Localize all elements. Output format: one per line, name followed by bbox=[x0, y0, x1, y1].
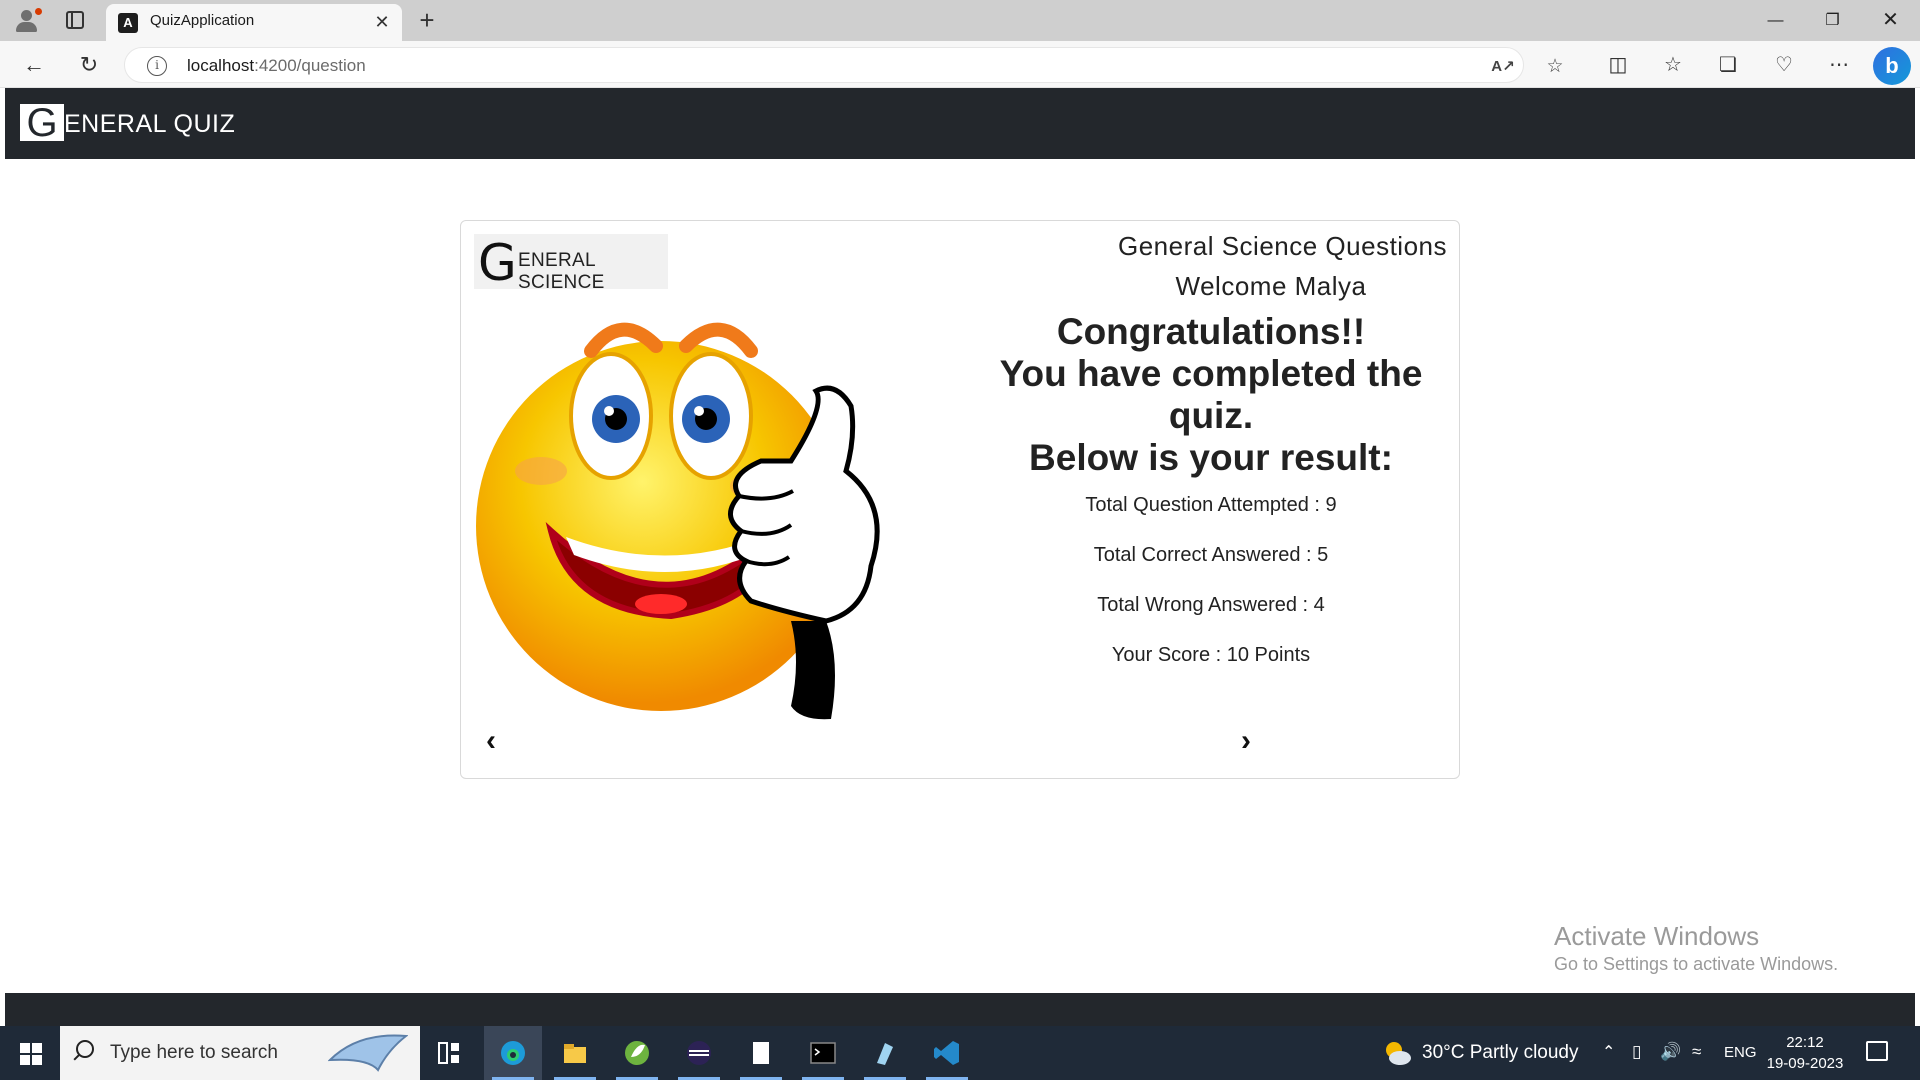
welcome-text: Welcome Malya bbox=[1175, 271, 1367, 301]
new-tab-button[interactable]: + bbox=[412, 5, 442, 35]
result-card: G ENERAL SCIENCE General Science Questio… bbox=[460, 220, 1460, 779]
windows-taskbar: Type here to search 30°C Partly cloudy ⌃… bbox=[0, 1026, 1920, 1080]
app-icon[interactable] bbox=[856, 1026, 914, 1080]
collections-icon[interactable]: ❏ bbox=[1714, 51, 1742, 79]
brand-logo: G bbox=[20, 103, 64, 143]
congrats-heading: Congratulations!! bbox=[1056, 311, 1366, 352]
clock-date: 19-09-2023 bbox=[1766, 1055, 1844, 1072]
battery-icon[interactable]: ▯ bbox=[1632, 1042, 1641, 1062]
taskbar-search-box[interactable]: Type here to search bbox=[60, 1026, 420, 1080]
quiz-title: General Science Questions bbox=[1117, 231, 1447, 261]
total-correct: Total Correct Answered : 5 bbox=[1093, 544, 1329, 566]
read-aloud-icon[interactable]: A↗ bbox=[1491, 55, 1515, 79]
close-window-icon[interactable]: ✕ bbox=[1863, 0, 1918, 41]
favorite-star-icon[interactable]: ☆ bbox=[1543, 55, 1567, 79]
task-view-icon[interactable] bbox=[420, 1026, 478, 1080]
url-field[interactable]: i localhost:4200/question A↗ ☆ bbox=[124, 47, 1564, 83]
category-badge: G ENERAL SCIENCE bbox=[474, 234, 668, 293]
restore-icon[interactable]: ❐ bbox=[1805, 0, 1860, 41]
notepad-icon[interactable] bbox=[732, 1026, 790, 1080]
volume-icon[interactable]: 🔊 bbox=[1660, 1042, 1681, 1062]
vscode-icon[interactable] bbox=[918, 1026, 976, 1080]
profile-icon[interactable] bbox=[12, 6, 42, 36]
weather-icon bbox=[1386, 1042, 1411, 1065]
address-bar: ← ↻ i localhost:4200/question A↗ ☆ ◫ ☆ ❏… bbox=[0, 41, 1920, 88]
favorites-icon[interactable]: ☆ bbox=[1659, 51, 1687, 79]
app-header: G ENERAL QUIZ bbox=[5, 88, 1915, 159]
url-text[interactable]: localhost:4200/question bbox=[187, 56, 366, 76]
completed-heading: You have completed the quiz. bbox=[999, 353, 1423, 436]
brand-title: ENERAL QUIZ bbox=[64, 110, 236, 138]
language-indicator[interactable]: ENG bbox=[1724, 1044, 1757, 1061]
result-panel: Congratulations!! You have completed the… bbox=[971, 311, 1451, 667]
clock-time: 22:12 bbox=[1786, 1034, 1824, 1051]
activate-subtitle: Go to Settings to activate Windows. bbox=[1554, 954, 1839, 974]
browser-titlebar: A QuizApplication ✕ + — ❐ ✕ bbox=[0, 0, 1920, 41]
below-result-heading: Below is your result: bbox=[1029, 437, 1393, 478]
your-score: Your Score : 10 Points bbox=[1111, 644, 1311, 666]
tab-title: QuizApplication bbox=[150, 12, 255, 29]
terminal-icon[interactable] bbox=[794, 1026, 852, 1080]
close-tab-icon[interactable]: ✕ bbox=[370, 10, 394, 34]
wifi-icon[interactable]: ≈ bbox=[1692, 1042, 1701, 1062]
more-icon[interactable]: ⋯ bbox=[1825, 51, 1853, 79]
back-icon[interactable]: ← bbox=[18, 49, 50, 81]
bing-icon[interactable]: b bbox=[1873, 47, 1911, 85]
smiley-thumbs-up-image bbox=[476, 322, 880, 720]
chevron-up-icon[interactable]: ⌃ bbox=[1602, 1042, 1615, 1062]
page-viewport: G ENERAL QUIZ G ENERAL SCIENCE General S… bbox=[5, 88, 1915, 1026]
split-screen-icon[interactable]: ◫ bbox=[1604, 51, 1632, 79]
search-icon bbox=[76, 1040, 94, 1058]
total-attempted: Total Question Attempted : 9 bbox=[1085, 494, 1337, 516]
file-explorer-icon[interactable] bbox=[546, 1026, 604, 1080]
weather-text: 30°C Partly cloudy bbox=[1422, 1042, 1579, 1063]
performance-icon[interactable]: ♡ bbox=[1770, 51, 1798, 79]
minimize-icon[interactable]: — bbox=[1748, 0, 1803, 41]
browser-tab[interactable]: A QuizApplication ✕ bbox=[106, 4, 402, 41]
edge-icon[interactable] bbox=[484, 1026, 542, 1080]
eclipse-icon[interactable] bbox=[670, 1026, 728, 1080]
carousel-prev-button[interactable]: ‹ bbox=[476, 726, 506, 756]
info-icon[interactable]: i bbox=[147, 56, 167, 76]
manta-ray-icon bbox=[328, 1034, 408, 1072]
spring-icon[interactable] bbox=[608, 1026, 666, 1080]
tabs-icon[interactable] bbox=[66, 11, 84, 29]
activate-windows-watermark: Activate Windows Go to Settings to activ… bbox=[1554, 920, 1838, 976]
total-wrong: Total Wrong Answered : 4 bbox=[1097, 594, 1325, 616]
refresh-icon[interactable]: ↻ bbox=[73, 49, 105, 81]
windows-start-icon[interactable] bbox=[0, 1026, 60, 1080]
app-footer bbox=[5, 993, 1915, 1026]
category-initial: G bbox=[478, 234, 517, 292]
search-placeholder: Type here to search bbox=[110, 1042, 278, 1063]
category-title: ENERAL SCIENCE bbox=[518, 250, 605, 293]
angular-icon: A bbox=[118, 13, 138, 33]
activate-title: Activate Windows bbox=[1554, 921, 1760, 951]
carousel-next-button[interactable]: › bbox=[1231, 726, 1261, 756]
notification-icon[interactable] bbox=[1866, 1041, 1888, 1061]
system-clock[interactable]: 22:12 19-09-2023 bbox=[1765, 1032, 1845, 1074]
